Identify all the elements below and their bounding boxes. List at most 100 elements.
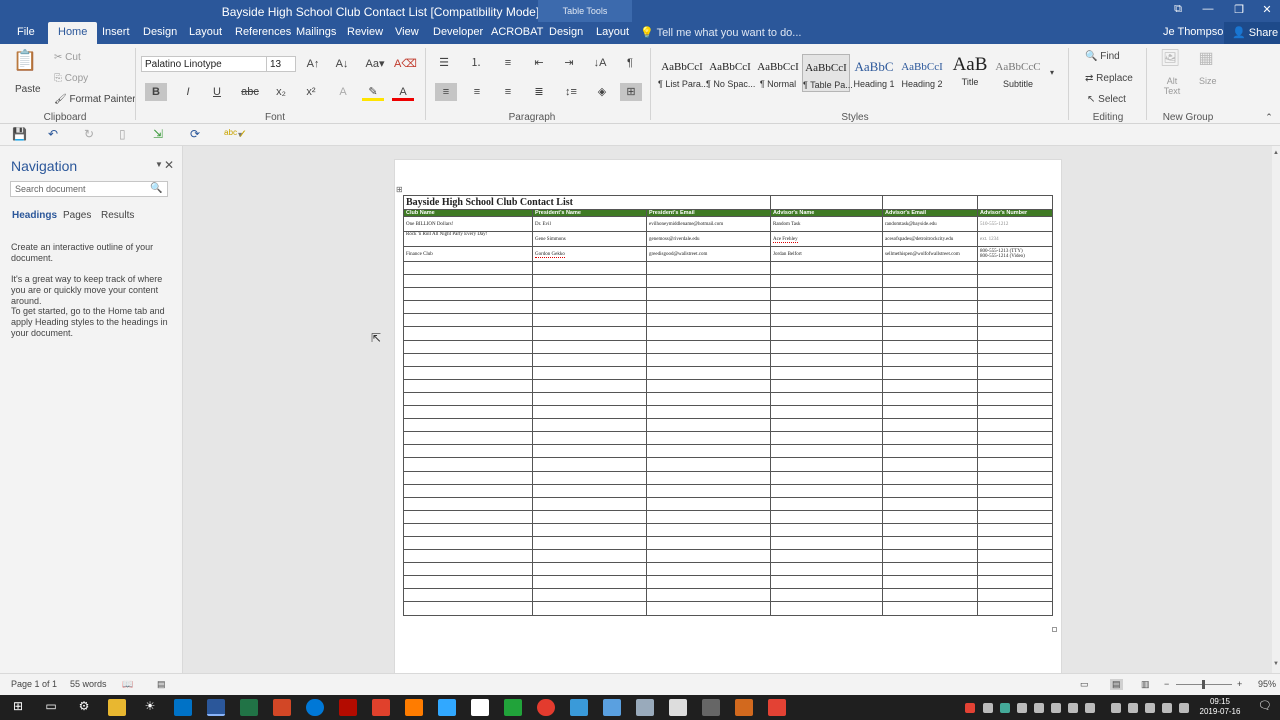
table-cell[interactable] <box>532 418 647 433</box>
table-cell[interactable]: Dr. Evil <box>532 216 647 232</box>
outlook-icon[interactable] <box>174 699 192 716</box>
table-cell[interactable] <box>532 575 647 590</box>
align-right-icon[interactable]: ≡ <box>497 83 519 101</box>
tray-icon[interactable] <box>1051 703 1061 713</box>
tab-home[interactable]: Home <box>48 22 98 44</box>
align-center-icon[interactable]: ≡ <box>466 83 488 101</box>
table-cell[interactable] <box>646 418 771 433</box>
paste-icon[interactable]: 📋 <box>12 51 38 78</box>
zoom-out-icon[interactable]: − <box>1164 679 1169 689</box>
table-cell[interactable] <box>770 300 883 315</box>
table-cell[interactable] <box>532 470 647 485</box>
table-cell[interactable] <box>770 405 883 420</box>
style-no-spacing[interactable]: AaBbCcI ¶ No Spac... <box>706 54 755 92</box>
table-cell[interactable] <box>770 378 883 393</box>
table-cell[interactable]: genemoss@riverdale.edu <box>646 231 771 247</box>
table-cell[interactable] <box>646 588 771 603</box>
table-cell[interactable] <box>646 575 771 590</box>
tab-references[interactable]: References <box>235 26 291 38</box>
table-cell[interactable] <box>882 535 978 551</box>
font-size-select[interactable]: 13 <box>266 56 296 72</box>
table-cell[interactable] <box>770 287 883 302</box>
table-cell[interactable] <box>403 588 533 603</box>
task-view-icon[interactable]: ▭ <box>42 699 60 716</box>
settings-icon[interactable]: ⚙ <box>75 699 93 716</box>
new-document-icon[interactable]: ▯ <box>119 127 126 141</box>
table-cell[interactable] <box>403 339 533 354</box>
table-cell[interactable] <box>646 326 771 341</box>
pen-app-icon[interactable] <box>471 699 489 716</box>
tab-file[interactable]: File <box>17 26 35 38</box>
style-title[interactable]: AaB Title <box>946 54 994 92</box>
table-cell[interactable] <box>403 575 533 590</box>
share-button[interactable]: 👤 Share <box>1224 22 1280 44</box>
table-cell[interactable] <box>532 601 647 616</box>
table-cell[interactable] <box>882 287 978 302</box>
battery-icon[interactable] <box>1145 703 1155 713</box>
clear-formatting-icon[interactable]: A⌫ <box>394 55 417 73</box>
customize-qat-icon[interactable]: ▾ <box>238 130 242 139</box>
table-cell[interactable]: 510-555-1212 <box>977 216 1053 232</box>
contact-table[interactable]: Bayside High School Club Contact List Cl… <box>403 195 1053 616</box>
table-cell[interactable] <box>977 457 1053 472</box>
table-cell[interactable] <box>646 431 771 446</box>
save-icon[interactable]: 💾 <box>12 127 27 141</box>
table-cell[interactable] <box>770 496 883 511</box>
undo-icon[interactable]: ↶ <box>48 127 58 141</box>
increase-indent-icon[interactable]: ⇥ <box>558 54 580 72</box>
table-cell[interactable] <box>403 509 533 524</box>
table-cell[interactable] <box>403 391 533 407</box>
tab-view[interactable]: View <box>395 26 419 38</box>
word-count[interactable]: 55 words <box>70 679 107 689</box>
table-cell[interactable] <box>770 444 883 459</box>
table-cell[interactable]: Rock 'n Roll All Night Party Every Day! <box>403 231 533 247</box>
table-cell[interactable] <box>770 431 883 446</box>
table-cell[interactable] <box>403 274 533 289</box>
chrome-icon[interactable] <box>537 699 555 716</box>
screen-recorder-icon[interactable] <box>768 699 786 716</box>
table-cell[interactable] <box>882 549 978 564</box>
network-icon[interactable] <box>1128 703 1138 713</box>
table-cell[interactable] <box>770 588 883 603</box>
table-cell[interactable] <box>977 378 1053 393</box>
table-cell[interactable] <box>532 444 647 459</box>
sort-icon[interactable]: ↓A <box>589 54 611 72</box>
table-cell[interactable] <box>532 378 647 393</box>
tray-recorder-icon[interactable] <box>965 703 975 713</box>
table-cell[interactable]: One BILLION Dollars! <box>403 216 533 232</box>
excel-icon[interactable] <box>240 699 258 716</box>
table-cell[interactable] <box>882 260 978 276</box>
table-cell[interactable] <box>770 509 883 524</box>
table-cell[interactable] <box>977 352 1053 367</box>
bold-icon[interactable]: B <box>145 83 167 101</box>
table-cell[interactable] <box>770 457 883 472</box>
tab-design[interactable]: Design <box>143 26 177 38</box>
read-mode-icon[interactable]: ▭ <box>1080 679 1089 690</box>
table-cell[interactable] <box>770 274 883 289</box>
cut-button[interactable]: ✂ Cut <box>54 52 81 63</box>
table-cell[interactable] <box>977 365 1053 380</box>
table-cell[interactable] <box>532 509 647 524</box>
illustrator-icon[interactable] <box>405 699 423 716</box>
close-icon[interactable]: ✕ <box>1257 3 1277 19</box>
table-cell[interactable] <box>403 260 533 276</box>
table-cell[interactable] <box>646 496 771 511</box>
table-cell[interactable]: Gene Simmons <box>532 231 647 247</box>
table-cell[interactable] <box>646 444 771 459</box>
tab-table-design[interactable]: Design <box>549 26 583 38</box>
table-cell[interactable] <box>882 575 978 590</box>
tab-pages[interactable]: Pages <box>63 210 91 221</box>
user-name[interactable]: Je Thompson <box>1163 26 1229 38</box>
tray-icon[interactable] <box>1000 703 1010 713</box>
table-cell[interactable] <box>646 391 771 407</box>
tab-acrobat[interactable]: ACROBAT <box>491 26 543 38</box>
table-cell[interactable] <box>646 405 771 420</box>
table-cell[interactable] <box>532 549 647 564</box>
bullets-icon[interactable]: ☰ <box>433 54 455 72</box>
table-cell[interactable] <box>403 313 533 328</box>
format-painter-button[interactable]: 🖌 Format Painter <box>54 94 136 105</box>
tab-review[interactable]: Review <box>347 26 383 38</box>
table-cell[interactable] <box>646 562 771 577</box>
table-cell[interactable] <box>646 274 771 289</box>
maximize-icon[interactable]: ❐ <box>1229 3 1249 19</box>
